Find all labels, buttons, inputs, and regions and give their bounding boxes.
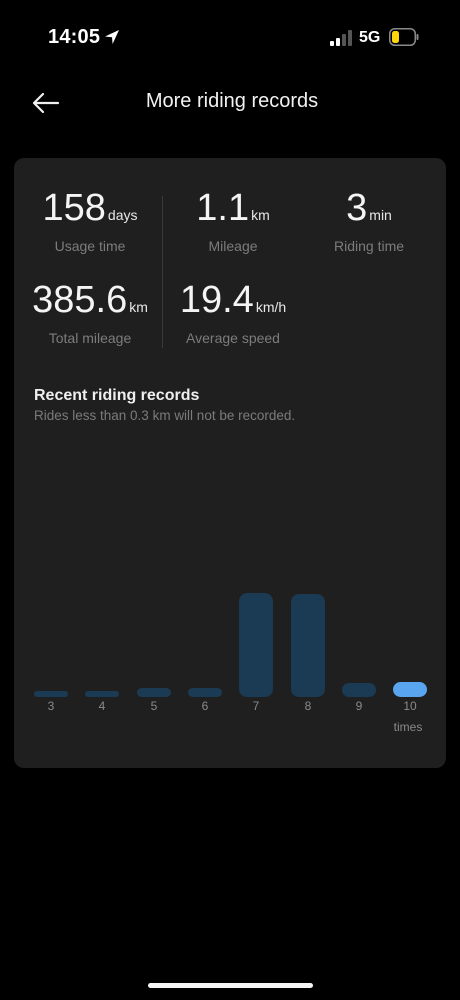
home-indicator [148, 983, 313, 988]
x-tick-label: 5 [150, 699, 158, 713]
records-section-title: Recent riding records [34, 387, 200, 404]
x-tick-label: 3 [47, 699, 55, 713]
stat-value: 1.1 km [196, 187, 270, 229]
stat-value: 19.4 km/h [179, 279, 287, 321]
chart-bar-9[interactable] [342, 683, 376, 697]
chart-bar-4[interactable] [85, 691, 119, 697]
stats-divider [162, 196, 163, 348]
chart-bar-3[interactable] [34, 691, 68, 697]
stat-mileage: 1.1 km Mileage [172, 186, 294, 254]
stat-riding-time: 3 min Riding time [314, 186, 424, 254]
battery-icon [389, 28, 419, 46]
stat-label: Mileage [208, 238, 258, 254]
records-note: Rides less than 0.3 km will not be recor… [34, 408, 296, 423]
stat-label: Average speed [186, 330, 280, 346]
page-title: More riding records [145, 90, 319, 112]
location-arrow-icon [105, 30, 119, 44]
x-tick-label: 10 [403, 699, 417, 713]
x-tick-label: 6 [201, 699, 209, 713]
x-tick-label: 8 [304, 699, 312, 713]
network-type: 5G [359, 29, 381, 46]
x-tick-label: 4 [98, 699, 106, 713]
x-axis-unit: times [393, 720, 423, 734]
chart-bar-7[interactable] [239, 593, 273, 697]
chart-bar-8[interactable] [291, 594, 325, 697]
x-tick-label: 7 [252, 699, 260, 713]
cellular-signal-icon [330, 30, 352, 46]
chart-bar-6[interactable] [188, 688, 222, 697]
stat-value: 385.6 km [32, 279, 148, 321]
x-tick-label: 9 [355, 699, 363, 713]
riding-stats-card: 158 days Usage time 1.1 km Mileage 3 min Ri… [14, 158, 446, 768]
stat-label: Riding time [333, 238, 405, 254]
stat-label: Total mileage [48, 330, 132, 346]
stat-total-mileage: 385.6 km Total mileage [22, 278, 158, 346]
stat-value: 158 days [42, 187, 138, 229]
status-time: 14:05 [48, 26, 101, 48]
stat-average-speed: 19.4 km/h Average speed [174, 278, 292, 346]
chart-bar-5[interactable] [137, 688, 171, 697]
chart-bar-10[interactable] [393, 682, 427, 697]
stat-value: 3 min [346, 187, 392, 229]
stat-label: Usage time [54, 238, 126, 254]
stat-usage-time: 158 days Usage time [28, 186, 152, 254]
